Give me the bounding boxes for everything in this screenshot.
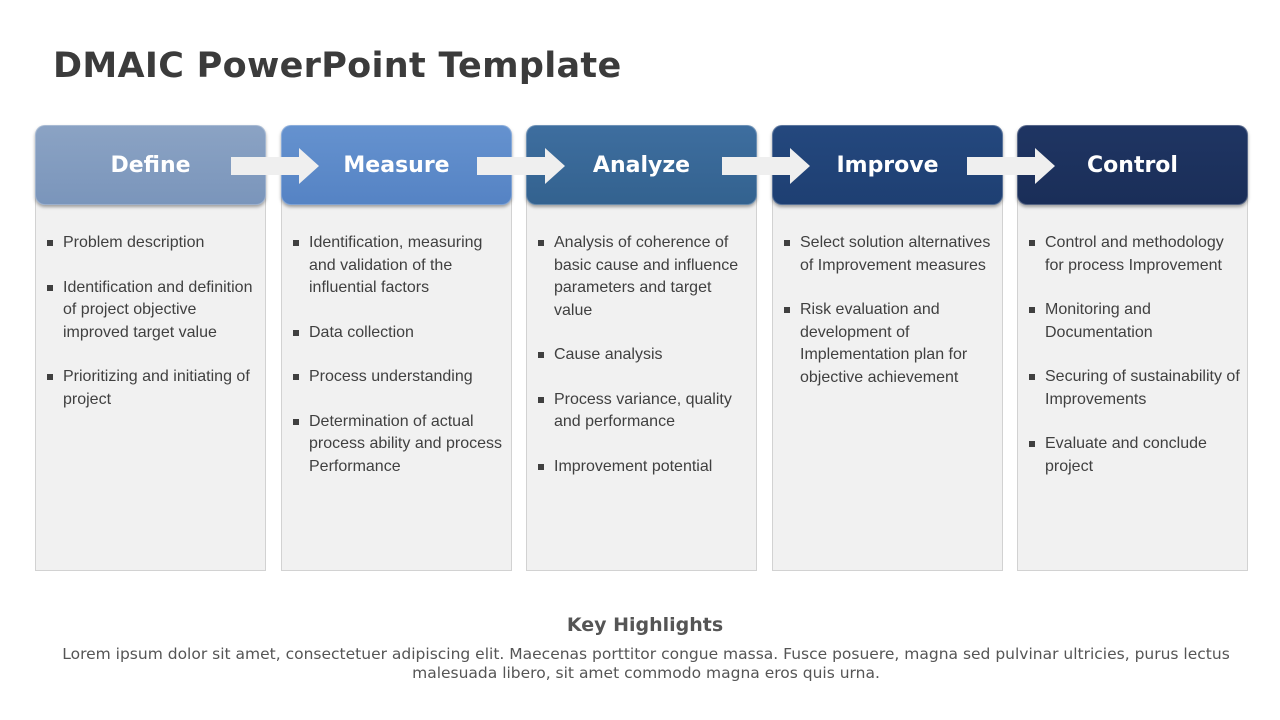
phase-column-control: Control Control and methodology for proce… <box>1017 125 1248 571</box>
list-item-text: Identification and definition of project… <box>63 278 253 341</box>
list-item: Evaluate and conclude project <box>1029 433 1241 478</box>
phase-column-analyze: Analyze Analysis of coherence of basic ca… <box>526 125 757 571</box>
list-item: Analysis of coherence of basic cause and… <box>538 232 750 322</box>
square-bullet-icon <box>293 329 299 336</box>
list-item-text: Prioritizing and initiating of project <box>63 368 250 408</box>
right-arrow-icon <box>231 148 319 184</box>
list-item-text: Analysis of coherence of basic cause and… <box>554 234 739 319</box>
list-item: Improvement potential <box>538 456 750 479</box>
square-bullet-icon <box>538 396 544 403</box>
square-bullet-icon <box>293 240 299 246</box>
phase-bullet-list: Analysis of coherence of basic cause and… <box>538 232 750 500</box>
square-bullet-icon <box>293 418 299 425</box>
square-bullet-icon <box>47 284 53 291</box>
key-highlights-title: Key Highlights <box>566 614 724 636</box>
list-item: Risk evaluation and development of Imple… <box>784 299 996 389</box>
list-item-text: Determination of actual process ability … <box>309 412 502 475</box>
square-bullet-icon <box>1029 240 1035 246</box>
square-bullet-icon <box>538 463 544 470</box>
square-bullet-icon <box>538 240 544 246</box>
list-item-text: Cause analysis <box>554 346 663 363</box>
phase-bullet-list: Control and methodology for process Impr… <box>1029 232 1241 500</box>
square-bullet-icon <box>47 374 53 380</box>
list-item: Control and methodology for process Impr… <box>1029 232 1241 277</box>
list-item-text: Select solution alternatives of Improvem… <box>800 234 991 274</box>
list-item-text: Control and methodology for process Impr… <box>1045 234 1224 274</box>
phase-header-label: Improve <box>836 152 939 178</box>
square-bullet-icon <box>1029 307 1035 313</box>
phase-header-label: Control <box>1087 152 1178 178</box>
list-item-text: Identification, measuring and validation… <box>309 234 483 296</box>
list-item: Prioritizing and initiating of project <box>47 366 259 411</box>
list-item: Monitoring and Documentation <box>1029 299 1241 344</box>
list-item: Select solution alternatives of Improvem… <box>784 232 996 277</box>
list-item-text: Improvement potential <box>554 457 713 475</box>
list-item-text: Securing of sustainability of Improvemen… <box>1045 368 1240 408</box>
square-bullet-icon <box>1029 374 1035 380</box>
list-item: Cause analysis <box>538 344 750 367</box>
phase-bullet-list: Identification, measuring and validation… <box>293 232 505 500</box>
key-highlights-body: Lorem ipsum dolor sit amet, consectetuer… <box>62 645 1230 682</box>
list-item-text: Data collection <box>309 323 414 341</box>
square-bullet-icon <box>47 240 53 246</box>
right-arrow-icon <box>477 148 565 184</box>
list-item: Identification and definition of project… <box>47 277 259 345</box>
phase-bullet-list: Select solution alternatives of Improvem… <box>784 232 996 411</box>
list-item: Identification, measuring and validation… <box>293 232 505 300</box>
right-arrow-icon <box>967 148 1055 184</box>
phase-bullet-list: Problem description Identification and de… <box>47 232 259 433</box>
list-item-text: Problem description <box>63 234 205 251</box>
list-item: Data collection <box>293 322 505 345</box>
phase-header-label: Measure <box>343 152 450 178</box>
list-item: Problem description <box>47 232 259 255</box>
square-bullet-icon <box>1029 441 1035 447</box>
phase-column-define: Define Problem description Identification … <box>35 125 266 571</box>
right-arrow-icon <box>722 148 810 184</box>
list-item: Process understanding <box>293 366 505 389</box>
slide-title: DMAIC PowerPoint Template <box>53 46 622 86</box>
phase-column-improve: Improve Select solution alternatives of I… <box>772 125 1003 571</box>
list-item-text: Process variance, quality and performanc… <box>554 390 732 431</box>
square-bullet-icon <box>293 374 299 380</box>
list-item-text: Evaluate and conclude project <box>1045 435 1207 475</box>
phase-header-label: Define <box>110 152 191 178</box>
square-bullet-icon <box>538 352 544 358</box>
list-item-text: Monitoring and Documentation <box>1045 301 1153 341</box>
list-item: Determination of actual process ability … <box>293 411 505 479</box>
phase-header-label: Analyze <box>592 152 691 178</box>
slide: DMAIC PowerPoint Template Define Problem … <box>0 0 1280 720</box>
square-bullet-icon <box>784 240 790 246</box>
list-item-text: Process understanding <box>309 368 473 385</box>
phase-column-measure: Measure Identification, measuring and val… <box>281 125 512 571</box>
list-item: Process variance, quality and performanc… <box>538 389 750 434</box>
list-item: Securing of sustainability of Improvemen… <box>1029 366 1241 411</box>
list-item-text: Risk evaluation and development of Imple… <box>800 301 968 386</box>
square-bullet-icon <box>784 307 790 313</box>
